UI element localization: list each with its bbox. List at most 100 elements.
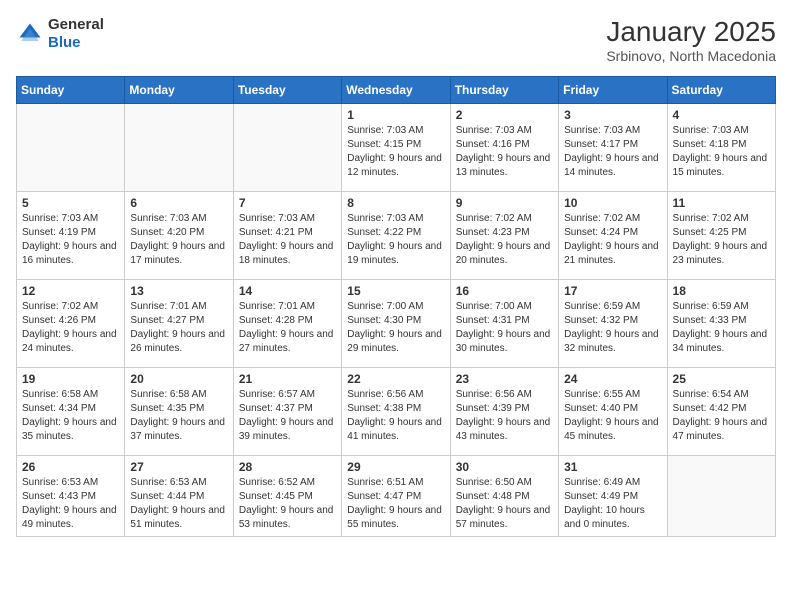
day-info: Sunrise: 7:00 AM Sunset: 4:31 PM Dayligh… <box>456 300 553 356</box>
calendar-cell: 2Sunrise: 7:03 AM Sunset: 4:16 PM Daylig… <box>450 104 558 192</box>
page-header: General Blue January 2025 Srbinovo, Nort… <box>16 16 776 64</box>
calendar-cell: 18 Sunrise: 6:59 AM Sunset: 4:33 PM Dayli… <box>667 280 775 368</box>
day-info: Sunrise: 7:02 AM Sunset: 4:24 PM Dayligh… <box>564 212 661 268</box>
day-info: Sunrise: 6:54 AM Sunset: 4:42 PM Dayligh… <box>673 388 770 444</box>
calendar-cell: 4 Sunrise: 7:03 AM Sunset: 4:18 PM Daylig… <box>667 104 775 192</box>
day-info: Sunrise: 7:03 AM Sunset: 4:17 PM Dayligh… <box>564 124 661 180</box>
logo-text: General Blue <box>48 16 104 52</box>
day-info: Sunrise: 7:03 AM Sunset: 4:15 PM Dayligh… <box>347 124 444 180</box>
day-number: 26 <box>22 460 119 474</box>
day-number: 16 <box>456 284 553 298</box>
logo: General Blue <box>16 16 104 52</box>
day-info: Sunrise: 7:00 AM Sunset: 4:30 PM Dayligh… <box>347 300 444 356</box>
calendar-cell: 10 Sunrise: 7:02 AM Sunset: 4:24 PM Dayli… <box>559 192 667 280</box>
calendar-cell <box>17 104 125 192</box>
day-number: 12 <box>22 284 119 298</box>
calendar-cell: 25 Sunrise: 6:54 AM Sunset: 4:42 PM Dayli… <box>667 368 775 456</box>
day-number: 25 <box>673 372 770 386</box>
day-number: 5 <box>22 196 119 210</box>
day-info: Sunrise: 6:56 AM Sunset: 4:38 PM Dayligh… <box>347 388 444 444</box>
day-info: Sunrise: 6:58 AM Sunset: 4:34 PM Dayligh… <box>22 388 119 444</box>
day-number: 14 <box>239 284 336 298</box>
logo-icon <box>16 20 44 48</box>
weekday-header-wednesday: Wednesday <box>342 77 450 104</box>
weekday-header-thursday: Thursday <box>450 77 558 104</box>
day-number: 11 <box>673 196 770 210</box>
day-number: 3 <box>564 108 661 122</box>
day-number: 2 <box>456 108 553 122</box>
calendar-cell: 29Sunrise: 6:51 AM Sunset: 4:47 PM Dayli… <box>342 456 450 537</box>
day-number: 23 <box>456 372 553 386</box>
calendar-cell: 7 Sunrise: 7:03 AM Sunset: 4:21 PM Daylig… <box>233 192 341 280</box>
calendar-cell: 30Sunrise: 6:50 AM Sunset: 4:48 PM Dayli… <box>450 456 558 537</box>
day-number: 13 <box>130 284 227 298</box>
calendar-cell: 20Sunrise: 6:58 AM Sunset: 4:35 PM Dayli… <box>125 368 233 456</box>
month-title: January 2025 <box>606 16 776 48</box>
week-row-3: 12 Sunrise: 7:02 AM Sunset: 4:26 PM Dayli… <box>17 280 776 368</box>
day-number: 30 <box>456 460 553 474</box>
day-number: 31 <box>564 460 661 474</box>
day-number: 7 <box>239 196 336 210</box>
day-number: 27 <box>130 460 227 474</box>
day-info: Sunrise: 7:02 AM Sunset: 4:23 PM Dayligh… <box>456 212 553 268</box>
calendar-cell: 8Sunrise: 7:03 AM Sunset: 4:22 PM Daylig… <box>342 192 450 280</box>
title-block: January 2025 Srbinovo, North Macedonia <box>606 16 776 64</box>
day-info: Sunrise: 7:01 AM Sunset: 4:27 PM Dayligh… <box>130 300 227 356</box>
calendar-cell: 15 Sunrise: 7:00 AM Sunset: 4:30 PM Dayli… <box>342 280 450 368</box>
day-number: 21 <box>239 372 336 386</box>
calendar-cell: 11 Sunrise: 7:02 AM Sunset: 4:25 PM Dayli… <box>667 192 775 280</box>
day-info: Sunrise: 7:02 AM Sunset: 4:26 PM Dayligh… <box>22 300 119 356</box>
week-row-1: 1 Sunrise: 7:03 AM Sunset: 4:15 PM Daylig… <box>17 104 776 192</box>
calendar-cell: 28Sunrise: 6:52 AM Sunset: 4:45 PM Dayli… <box>233 456 341 537</box>
calendar-cell: 1 Sunrise: 7:03 AM Sunset: 4:15 PM Daylig… <box>342 104 450 192</box>
day-number: 1 <box>347 108 444 122</box>
day-info: Sunrise: 6:53 AM Sunset: 4:43 PM Dayligh… <box>22 476 119 532</box>
weekday-header-row: SundayMondayTuesdayWednesdayThursdayFrid… <box>17 77 776 104</box>
day-number: 20 <box>130 372 227 386</box>
day-number: 18 <box>673 284 770 298</box>
day-number: 10 <box>564 196 661 210</box>
day-number: 6 <box>130 196 227 210</box>
calendar-cell: 19 Sunrise: 6:58 AM Sunset: 4:34 PM Dayli… <box>17 368 125 456</box>
calendar-cell: 14Sunrise: 7:01 AM Sunset: 4:28 PM Dayli… <box>233 280 341 368</box>
day-number: 24 <box>564 372 661 386</box>
calendar-cell: 26 Sunrise: 6:53 AM Sunset: 4:43 PM Dayli… <box>17 456 125 537</box>
week-row-2: 5 Sunrise: 7:03 AM Sunset: 4:19 PM Daylig… <box>17 192 776 280</box>
weekday-header-friday: Friday <box>559 77 667 104</box>
logo-general: General <box>48 16 104 33</box>
calendar-cell: 27 Sunrise: 6:53 AM Sunset: 4:44 PM Dayli… <box>125 456 233 537</box>
calendar-cell: 22 Sunrise: 6:56 AM Sunset: 4:38 PM Dayli… <box>342 368 450 456</box>
week-row-5: 26 Sunrise: 6:53 AM Sunset: 4:43 PM Dayli… <box>17 456 776 537</box>
weekday-header-tuesday: Tuesday <box>233 77 341 104</box>
calendar-cell: 17Sunrise: 6:59 AM Sunset: 4:32 PM Dayli… <box>559 280 667 368</box>
logo-blue: Blue <box>48 34 81 51</box>
calendar-cell: 21Sunrise: 6:57 AM Sunset: 4:37 PM Dayli… <box>233 368 341 456</box>
calendar-cell <box>125 104 233 192</box>
day-number: 28 <box>239 460 336 474</box>
day-number: 4 <box>673 108 770 122</box>
calendar-cell: 12 Sunrise: 7:02 AM Sunset: 4:26 PM Dayli… <box>17 280 125 368</box>
day-info: Sunrise: 7:03 AM Sunset: 4:18 PM Dayligh… <box>673 124 770 180</box>
day-info: Sunrise: 7:03 AM Sunset: 4:19 PM Dayligh… <box>22 212 119 268</box>
day-number: 22 <box>347 372 444 386</box>
calendar-cell: 13 Sunrise: 7:01 AM Sunset: 4:27 PM Dayli… <box>125 280 233 368</box>
day-info: Sunrise: 7:03 AM Sunset: 4:21 PM Dayligh… <box>239 212 336 268</box>
location-subtitle: Srbinovo, North Macedonia <box>606 48 776 64</box>
day-number: 17 <box>564 284 661 298</box>
calendar-cell: 23 Sunrise: 6:56 AM Sunset: 4:39 PM Dayli… <box>450 368 558 456</box>
day-info: Sunrise: 7:02 AM Sunset: 4:25 PM Dayligh… <box>673 212 770 268</box>
day-info: Sunrise: 7:03 AM Sunset: 4:20 PM Dayligh… <box>130 212 227 268</box>
calendar-cell: 9 Sunrise: 7:02 AM Sunset: 4:23 PM Daylig… <box>450 192 558 280</box>
calendar-cell: 24Sunrise: 6:55 AM Sunset: 4:40 PM Dayli… <box>559 368 667 456</box>
calendar-table: SundayMondayTuesdayWednesdayThursdayFrid… <box>16 76 776 537</box>
day-info: Sunrise: 7:03 AM Sunset: 4:22 PM Dayligh… <box>347 212 444 268</box>
day-info: Sunrise: 6:56 AM Sunset: 4:39 PM Dayligh… <box>456 388 553 444</box>
day-number: 19 <box>22 372 119 386</box>
calendar-cell: 5 Sunrise: 7:03 AM Sunset: 4:19 PM Daylig… <box>17 192 125 280</box>
weekday-header-saturday: Saturday <box>667 77 775 104</box>
day-info: Sunrise: 6:59 AM Sunset: 4:33 PM Dayligh… <box>673 300 770 356</box>
day-number: 15 <box>347 284 444 298</box>
calendar-cell <box>233 104 341 192</box>
day-number: 9 <box>456 196 553 210</box>
day-info: Sunrise: 6:53 AM Sunset: 4:44 PM Dayligh… <box>130 476 227 532</box>
